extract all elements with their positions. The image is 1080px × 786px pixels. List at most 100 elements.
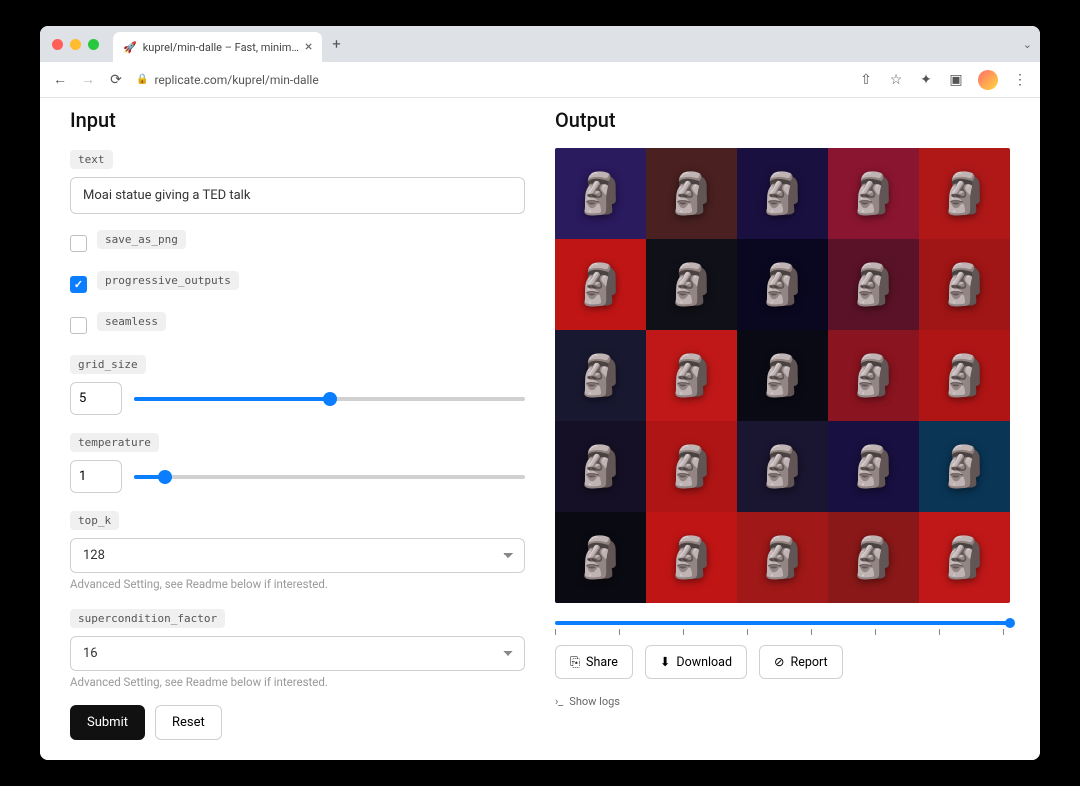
browser-window: 🚀 kuprel/min-dalle – Fast, minim… × + ⌄ …	[40, 26, 1040, 760]
toolbar-right: ⇧ ☆ ✦ ▣ ⋮	[858, 70, 1028, 90]
profile-avatar[interactable]	[978, 70, 998, 90]
tab-title: kuprel/min-dalle – Fast, minim…	[143, 41, 299, 54]
close-tab-icon[interactable]: ×	[305, 39, 312, 55]
moai-icon: 🗿	[667, 261, 717, 308]
moai-icon: 🗿	[576, 170, 626, 217]
output-cell: 🗿	[646, 421, 737, 512]
moai-icon: 🗿	[576, 534, 626, 581]
output-cell: 🗿	[646, 330, 737, 421]
output-cell: 🗿	[828, 330, 919, 421]
moai-icon: 🗿	[940, 534, 990, 581]
maximize-window-icon[interactable]	[88, 39, 99, 50]
moai-icon: 🗿	[576, 443, 626, 490]
reset-button[interactable]: Reset	[155, 705, 222, 740]
share-button[interactable]: ⎘Share	[555, 645, 633, 679]
forward-button[interactable]: →	[80, 71, 96, 88]
grid-size-slider[interactable]	[134, 397, 525, 401]
output-cell: 🗿	[555, 239, 646, 330]
input-heading: Input	[70, 108, 525, 132]
moai-icon: 🗿	[940, 170, 990, 217]
temperature-input[interactable]	[70, 460, 122, 493]
temperature-label: temperature	[70, 433, 159, 452]
moai-icon: 🗿	[758, 534, 808, 581]
output-cell: 🗿	[828, 421, 919, 512]
output-cell: 🗿	[555, 148, 646, 239]
output-cell: 🗿	[646, 239, 737, 330]
download-icon: ⬇	[660, 654, 670, 670]
url-text: replicate.com/kuprel/min-dalle	[154, 73, 318, 87]
seamless-label: seamless	[97, 312, 166, 331]
moai-icon: 🗿	[849, 443, 899, 490]
input-column: Input text save_as_png progressive_outpu…	[70, 108, 525, 740]
supercondition-label: supercondition_factor	[70, 609, 225, 628]
output-cell: 🗿	[646, 512, 737, 603]
moai-icon: 🗿	[758, 261, 808, 308]
output-heading: Output	[555, 108, 1010, 132]
save-as-png-checkbox[interactable]	[70, 235, 87, 252]
output-cell: 🗿	[737, 330, 828, 421]
reload-button[interactable]: ⟳	[108, 72, 124, 88]
extensions-icon[interactable]: ✦	[918, 72, 934, 88]
top-k-label: top_k	[70, 511, 119, 530]
output-cell: 🗿	[737, 421, 828, 512]
output-image-grid: 🗿🗿🗿🗿🗿🗿🗿🗿🗿🗿🗿🗿🗿🗿🗿🗿🗿🗿🗿🗿🗿🗿🗿🗿🗿	[555, 148, 1010, 603]
save-as-png-label: save_as_png	[97, 230, 186, 249]
close-window-icon[interactable]	[52, 39, 63, 50]
moai-icon: 🗿	[849, 261, 899, 308]
moai-icon: 🗿	[576, 352, 626, 399]
report-button[interactable]: ⊘Report	[759, 645, 843, 679]
page-content: Input text save_as_png progressive_outpu…	[40, 98, 1040, 760]
sidepanel-icon[interactable]: ▣	[948, 72, 964, 88]
moai-icon: 🗿	[849, 534, 899, 581]
address-field[interactable]: 🔒 replicate.com/kuprel/min-dalle	[136, 73, 846, 87]
moai-icon: 🗿	[667, 352, 717, 399]
moai-icon: 🗿	[758, 352, 808, 399]
lock-icon: 🔒	[136, 74, 148, 85]
browser-tab[interactable]: 🚀 kuprel/min-dalle – Fast, minim… ×	[113, 32, 322, 62]
grid-size-label: grid_size	[70, 355, 146, 374]
tab-bar: 🚀 kuprel/min-dalle – Fast, minim… × + ⌄	[40, 26, 1040, 62]
output-column: Output 🗿🗿🗿🗿🗿🗿🗿🗿🗿🗿🗿🗿🗿🗿🗿🗿🗿🗿🗿🗿🗿🗿🗿🗿🗿 ⎘Share …	[555, 108, 1010, 740]
minimize-window-icon[interactable]	[70, 39, 81, 50]
output-progress-slider[interactable]	[555, 621, 1010, 625]
text-label: text	[70, 150, 113, 169]
window-controls	[52, 39, 99, 50]
moai-icon: 🗿	[758, 443, 808, 490]
report-icon: ⊘	[774, 654, 784, 670]
moai-icon: 🗿	[940, 352, 990, 399]
output-cell: 🗿	[555, 512, 646, 603]
moai-icon: 🗿	[940, 443, 990, 490]
download-button[interactable]: ⬇Download	[645, 645, 747, 679]
bookmark-icon[interactable]: ☆	[888, 72, 904, 88]
grid-size-input[interactable]	[70, 382, 122, 415]
output-cell: 🗿	[555, 421, 646, 512]
output-cell: 🗿	[737, 512, 828, 603]
url-bar: ← → ⟳ 🔒 replicate.com/kuprel/min-dalle ⇧…	[40, 62, 1040, 98]
menu-icon[interactable]: ⋮	[1012, 72, 1028, 88]
back-button[interactable]: ←	[52, 71, 68, 88]
text-input[interactable]	[70, 177, 525, 214]
submit-button[interactable]: Submit	[70, 705, 145, 740]
share-page-icon[interactable]: ⇧	[858, 72, 874, 88]
supercondition-help: Advanced Setting, see Readme below if in…	[70, 675, 525, 689]
temperature-slider[interactable]	[134, 475, 525, 479]
show-logs-toggle[interactable]: ›_Show logs	[555, 695, 1010, 708]
top-k-select[interactable]: 128	[70, 538, 525, 573]
new-tab-button[interactable]: +	[332, 35, 341, 53]
output-cell: 🗿	[828, 148, 919, 239]
moai-icon: 🗿	[667, 443, 717, 490]
moai-icon: 🗿	[667, 170, 717, 217]
supercondition-select[interactable]: 16	[70, 636, 525, 671]
moai-icon: 🗿	[849, 352, 899, 399]
moai-icon: 🗿	[849, 170, 899, 217]
share-icon: ⎘	[570, 655, 580, 670]
tabs-menu-icon[interactable]: ⌄	[1023, 38, 1032, 51]
output-cell: 🗿	[646, 148, 737, 239]
output-cell: 🗿	[737, 239, 828, 330]
progressive-outputs-checkbox[interactable]	[70, 276, 87, 293]
seamless-checkbox[interactable]	[70, 317, 87, 334]
output-cell: 🗿	[828, 239, 919, 330]
output-cell: 🗿	[828, 512, 919, 603]
output-cell: 🗿	[919, 330, 1010, 421]
output-cell: 🗿	[919, 239, 1010, 330]
